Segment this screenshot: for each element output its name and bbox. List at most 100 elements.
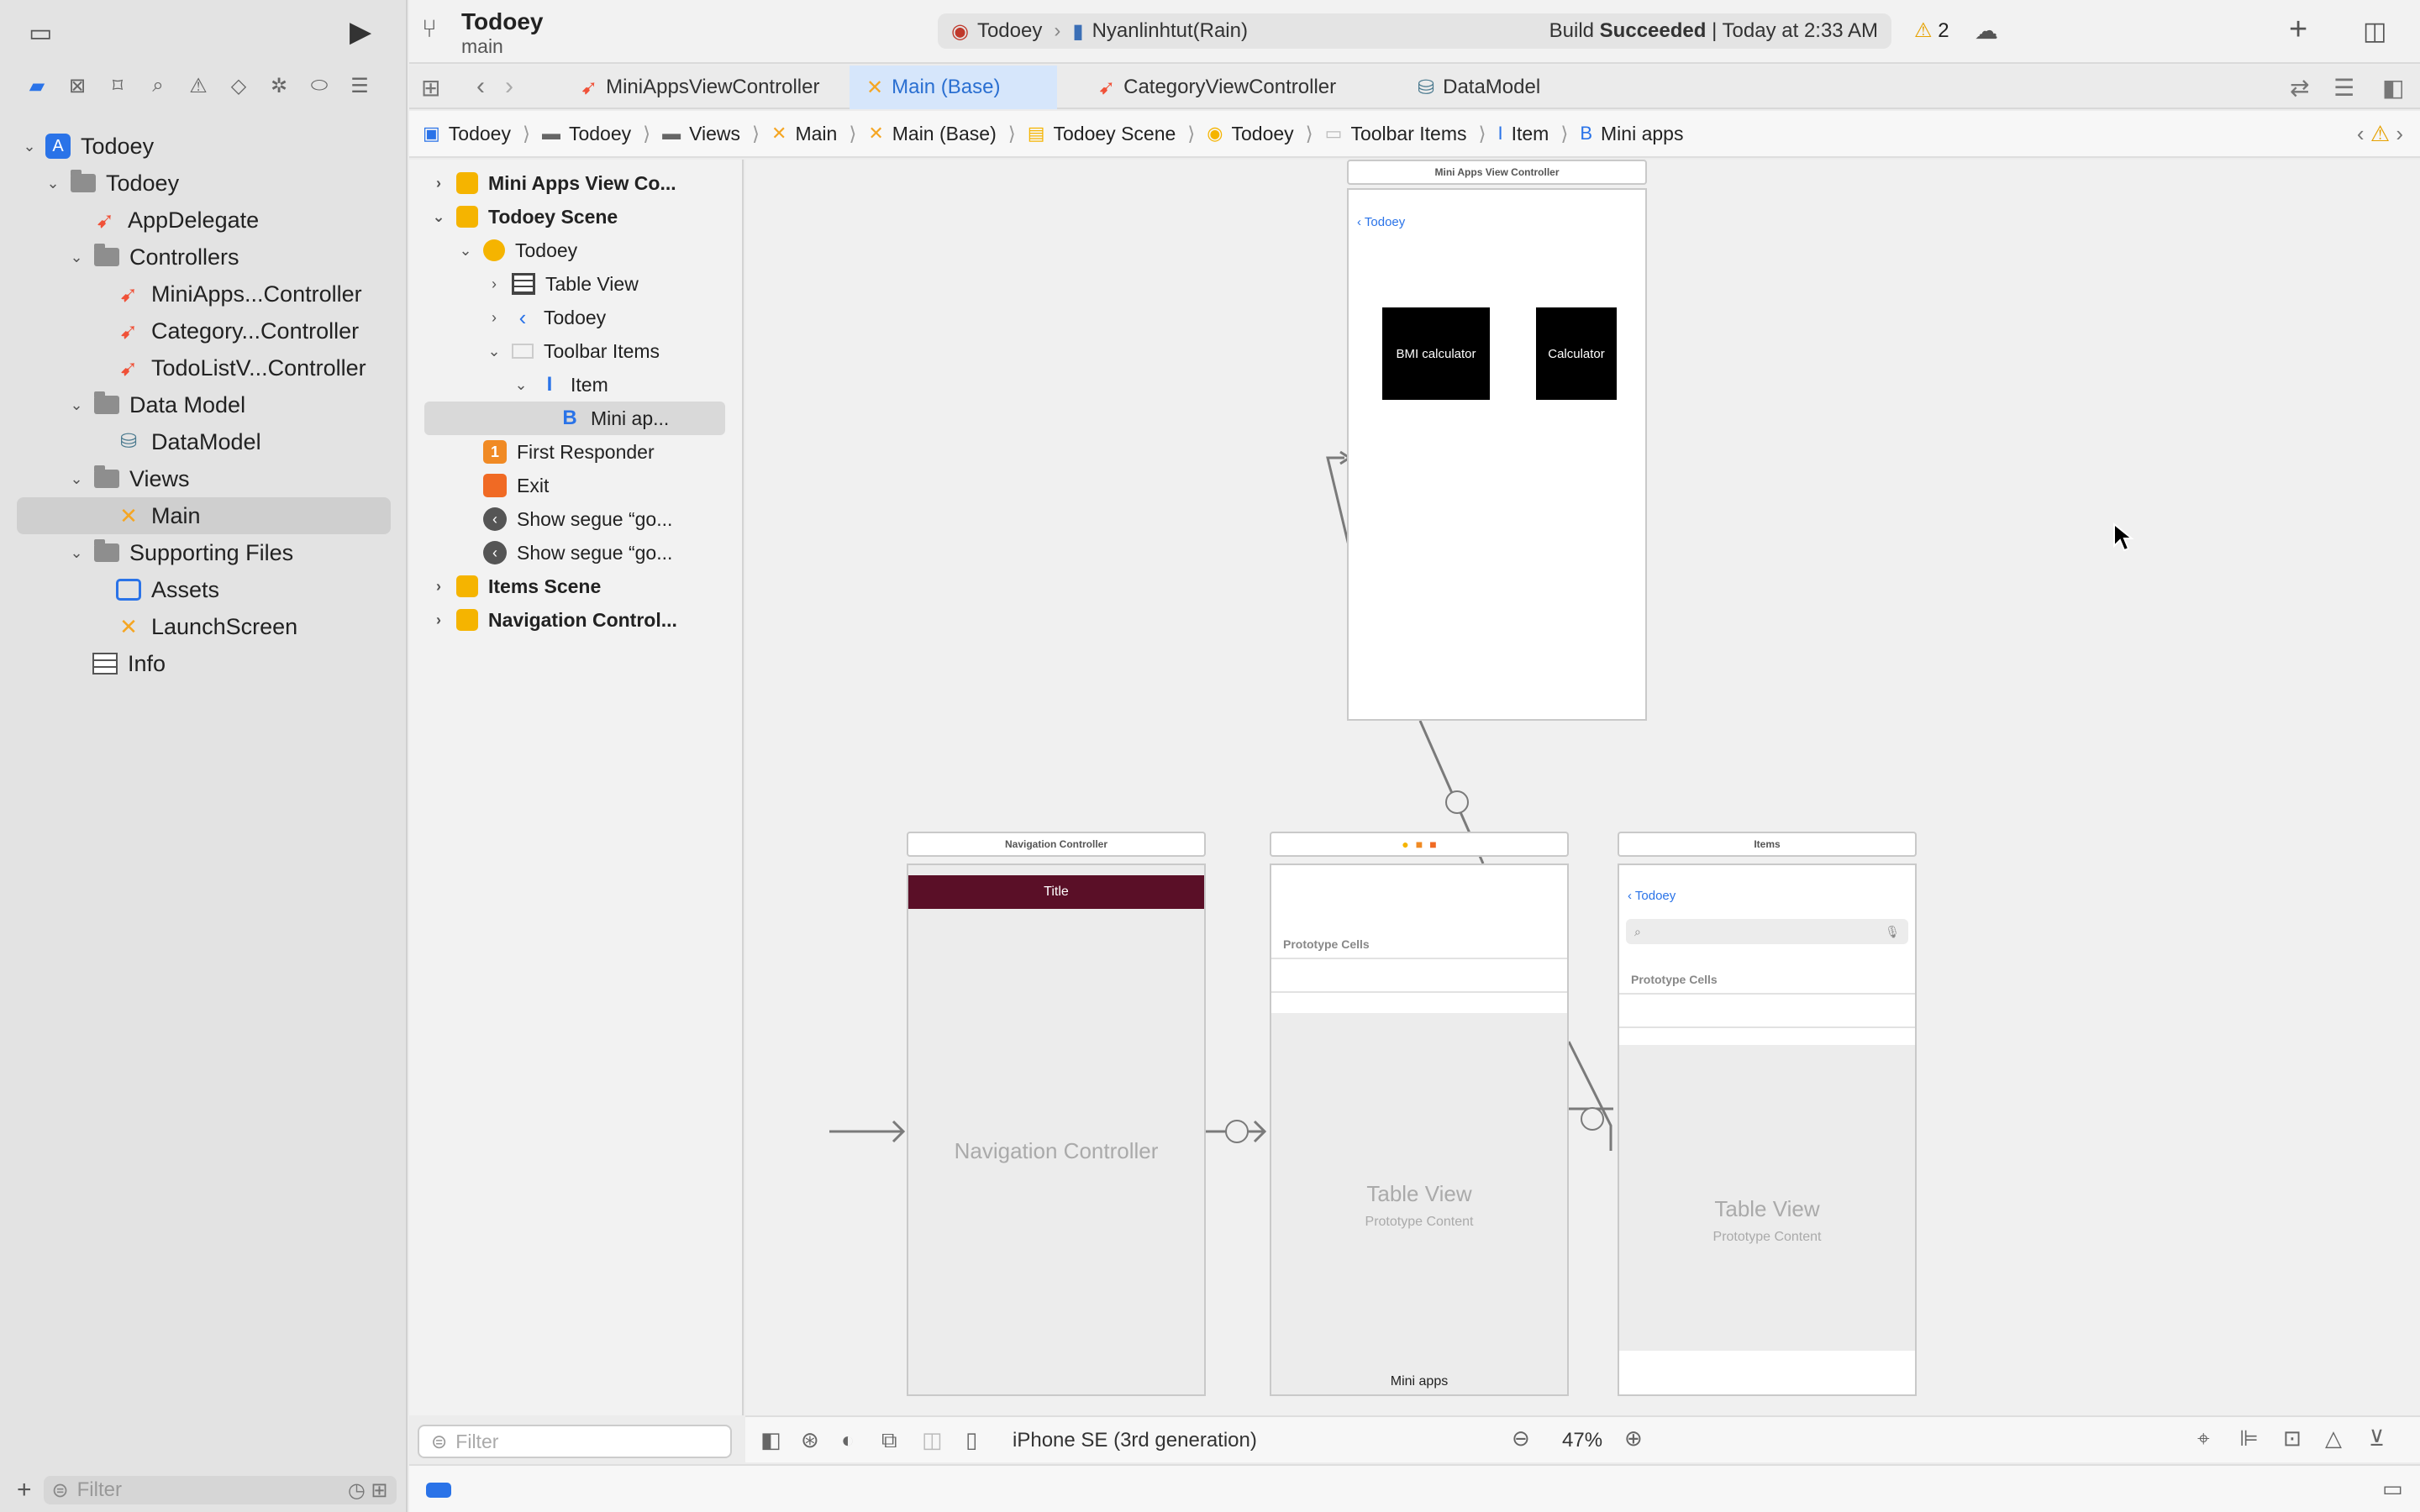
filter-options-icon[interactable]: ⊜ xyxy=(52,1478,69,1503)
back-button[interactable]: ‹ Todoey xyxy=(1628,889,1676,903)
outline-row-scene[interactable]: ⌄ Todoey Scene xyxy=(409,200,742,234)
source-control-icon[interactable]: ⊠ xyxy=(66,74,89,97)
chevron-down-icon[interactable]: ⌄ xyxy=(20,138,39,155)
chevron-down-icon[interactable]: ⌄ xyxy=(456,242,475,260)
scene-title-nav[interactable]: Navigation Controller xyxy=(907,832,1206,857)
outline-row-scene[interactable]: › Mini Apps View Co... xyxy=(409,166,742,200)
calculator-button[interactable]: Calculator xyxy=(1536,307,1617,400)
tree-row-file[interactable]: Assets xyxy=(0,571,408,608)
device-selector[interactable]: iPhone SE (3rd generation) xyxy=(1013,1429,1257,1452)
breakpoint-icon[interactable]: ⬭ xyxy=(308,74,331,97)
hide-debug-area-icon[interactable]: ▭ xyxy=(2382,1476,2403,1502)
update-frames-icon[interactable]: ⌖ xyxy=(2197,1425,2210,1452)
mini-apps-view-controller[interactable]: ‹ Todoey BMI calculator Calculator xyxy=(1347,188,1647,721)
outline-row-item[interactable]: ⌄ I Item xyxy=(409,368,742,402)
iphone-icon[interactable]: ▯ xyxy=(965,1427,977,1453)
outline-row-scene[interactable]: › Items Scene xyxy=(409,570,742,603)
back-icon[interactable]: ‹ xyxy=(476,72,485,101)
split-icon[interactable]: ◫ xyxy=(922,1427,943,1453)
chevron-right-icon[interactable]: › xyxy=(485,309,503,327)
zoom-in-icon[interactable]: ⊕ xyxy=(1624,1425,1643,1452)
outline-row-tableview[interactable]: › Table View xyxy=(409,267,742,301)
breadcrumb-toolbar-items[interactable]: ▭ Toolbar Items ⟩ xyxy=(1325,123,1498,145)
breadcrumb-views[interactable]: ▬ Views ⟩ xyxy=(662,123,771,145)
tree-row-project[interactable]: ⌄ A Todoey xyxy=(0,128,408,165)
back-icon[interactable]: ‹ xyxy=(2357,121,2365,146)
inspector-toggle-icon[interactable]: ◫ xyxy=(2363,17,2386,46)
tree-row-group[interactable]: ⌄ Data Model xyxy=(0,386,408,423)
chevron-down-icon[interactable]: ⌄ xyxy=(44,175,62,192)
run-button[interactable]: ▶ xyxy=(350,15,371,49)
items-scene[interactable]: ‹ Todoey ⌕ 🎙 Prototype Cells Table View … xyxy=(1618,864,1917,1396)
chevron-down-icon[interactable]: ⌄ xyxy=(512,376,530,394)
bookmark-icon[interactable]: ⌑ xyxy=(106,74,129,97)
back-button[interactable]: ‹ Todoey xyxy=(1357,215,1405,229)
tree-row-group[interactable]: ⌄ Supporting Files xyxy=(0,534,408,571)
tree-row-file[interactable]: ➹ Category...Controller xyxy=(0,312,408,349)
chevron-right-icon[interactable]: › xyxy=(485,276,503,293)
tree-row-file-selected[interactable]: ✕ Main xyxy=(17,497,391,534)
debug-toggle-icon[interactable] xyxy=(426,1483,451,1498)
tree-row-file[interactable]: Info xyxy=(0,645,408,682)
toolbar-mini-apps-button[interactable]: Mini apps xyxy=(1271,1369,1567,1394)
todoey-scene[interactable]: Prototype Cells Table View Prototype Con… xyxy=(1270,864,1569,1396)
tree-row-file[interactable]: ➹ AppDelegate xyxy=(0,202,408,239)
tab-category-controller[interactable]: ➹ CategoryViewController xyxy=(1081,66,1353,109)
cloud-icon[interactable]: ☁ xyxy=(1975,17,1998,45)
outline-toggle-icon[interactable]: ◧ xyxy=(760,1427,781,1453)
zoom-level[interactable]: 47% xyxy=(1562,1429,1602,1452)
chevron-right-icon[interactable]: › xyxy=(429,612,448,629)
navigator-filter-input[interactable]: ⊜ Filter ◷ ⊞ xyxy=(43,1476,397,1504)
scheme-name[interactable]: Todoey xyxy=(977,19,1042,43)
resolve-issues-icon[interactable]: △ xyxy=(2325,1425,2342,1452)
outline-row-toolbar-items[interactable]: ⌄ Toolbar Items xyxy=(409,334,742,368)
folder-icon[interactable]: ▰ xyxy=(25,74,49,97)
table-view-placeholder[interactable]: Table View Prototype Content xyxy=(1619,1045,1915,1351)
report-icon[interactable]: ☰ xyxy=(348,74,371,97)
outline-row-controller[interactable]: ⌄ Todoey xyxy=(409,234,742,267)
outline-row-segue[interactable]: ‹ Show segue “go... xyxy=(409,536,742,570)
chevron-down-icon[interactable]: ⌄ xyxy=(67,396,86,414)
outline-row-exit[interactable]: Exit xyxy=(409,469,742,502)
outline-filter-input[interactable]: ⊜ Filter xyxy=(418,1425,732,1458)
recent-files-icon[interactable]: ◷ ⊞ xyxy=(348,1478,388,1503)
zoom-out-icon[interactable]: ⊖ xyxy=(1512,1425,1530,1452)
outline-row-segue[interactable]: ‹ Show segue “go... xyxy=(409,502,742,536)
breadcrumb-bar-button[interactable]: B Mini apps xyxy=(1580,123,1683,145)
editor-options-icon[interactable]: ☰ xyxy=(2333,74,2354,102)
breadcrumb-controller[interactable]: ◉ Todoey ⟩ xyxy=(1207,123,1324,145)
tree-row-file[interactable]: ✕ LaunchScreen xyxy=(0,608,408,645)
add-constraints-icon[interactable]: ⊡ xyxy=(2283,1425,2302,1452)
bmi-calculator-button[interactable]: BMI calculator xyxy=(1382,307,1490,400)
add-library-button[interactable]: + xyxy=(2289,12,2307,48)
table-view-placeholder[interactable]: Table View Prototype Content xyxy=(1271,1013,1567,1369)
breadcrumb-project[interactable]: ▣ Todoey ⟩ xyxy=(423,123,542,145)
forward-icon[interactable]: › xyxy=(2396,121,2403,146)
outline-row-scene[interactable]: › Navigation Control... xyxy=(409,603,742,637)
tree-row-group[interactable]: ⌄ Views xyxy=(0,460,408,497)
tree-row-file[interactable]: ➹ MiniApps...Controller xyxy=(0,276,408,312)
tree-row-group[interactable]: ⌄ Todoey xyxy=(0,165,408,202)
outline-row-bar-button-selected[interactable]: B Mini ap... xyxy=(424,402,725,435)
scene-title-mini-apps[interactable]: Mini Apps View Controller xyxy=(1347,160,1647,185)
storyboard-canvas[interactable]: Mini Apps View Controller ‹ Todoey BMI c… xyxy=(745,160,2420,1415)
chevron-right-icon[interactable]: › xyxy=(429,578,448,596)
scene-title-items[interactable]: Items xyxy=(1618,832,1917,857)
align-icon[interactable]: ⊫ xyxy=(2239,1425,2259,1452)
swap-icon[interactable]: ⇄ xyxy=(2290,74,2309,102)
scene-title-todoey[interactable]: ● ■ ■ xyxy=(1270,832,1569,857)
add-editor-icon[interactable]: ◧ xyxy=(2382,74,2404,102)
breadcrumb-main[interactable]: ✕ Main ⟩ xyxy=(771,123,868,145)
tab-main-base[interactable]: ✕ Main (Base) xyxy=(850,66,1057,109)
chevron-right-icon[interactable]: › xyxy=(429,175,448,192)
warning-icon[interactable]: ⚠ xyxy=(187,74,210,97)
tab-miniapps-controller[interactable]: ➹ MiniAppsViewController xyxy=(564,66,836,109)
breadcrumb-item[interactable]: I Item ⟩ xyxy=(1497,123,1580,145)
orientation-icon[interactable]: ⧉ xyxy=(881,1427,897,1454)
chevron-down-icon[interactable]: ⌄ xyxy=(67,544,86,562)
breadcrumb-scene[interactable]: ▤ Todoey Scene ⟩ xyxy=(1028,123,1207,145)
search-icon[interactable]: ⌕ xyxy=(146,74,170,97)
accessibility-icon[interactable]: ⊛ xyxy=(801,1427,819,1453)
outline-row-first-responder[interactable]: 1 First Responder xyxy=(409,435,742,469)
chevron-down-icon[interactable]: ⌄ xyxy=(67,470,86,488)
